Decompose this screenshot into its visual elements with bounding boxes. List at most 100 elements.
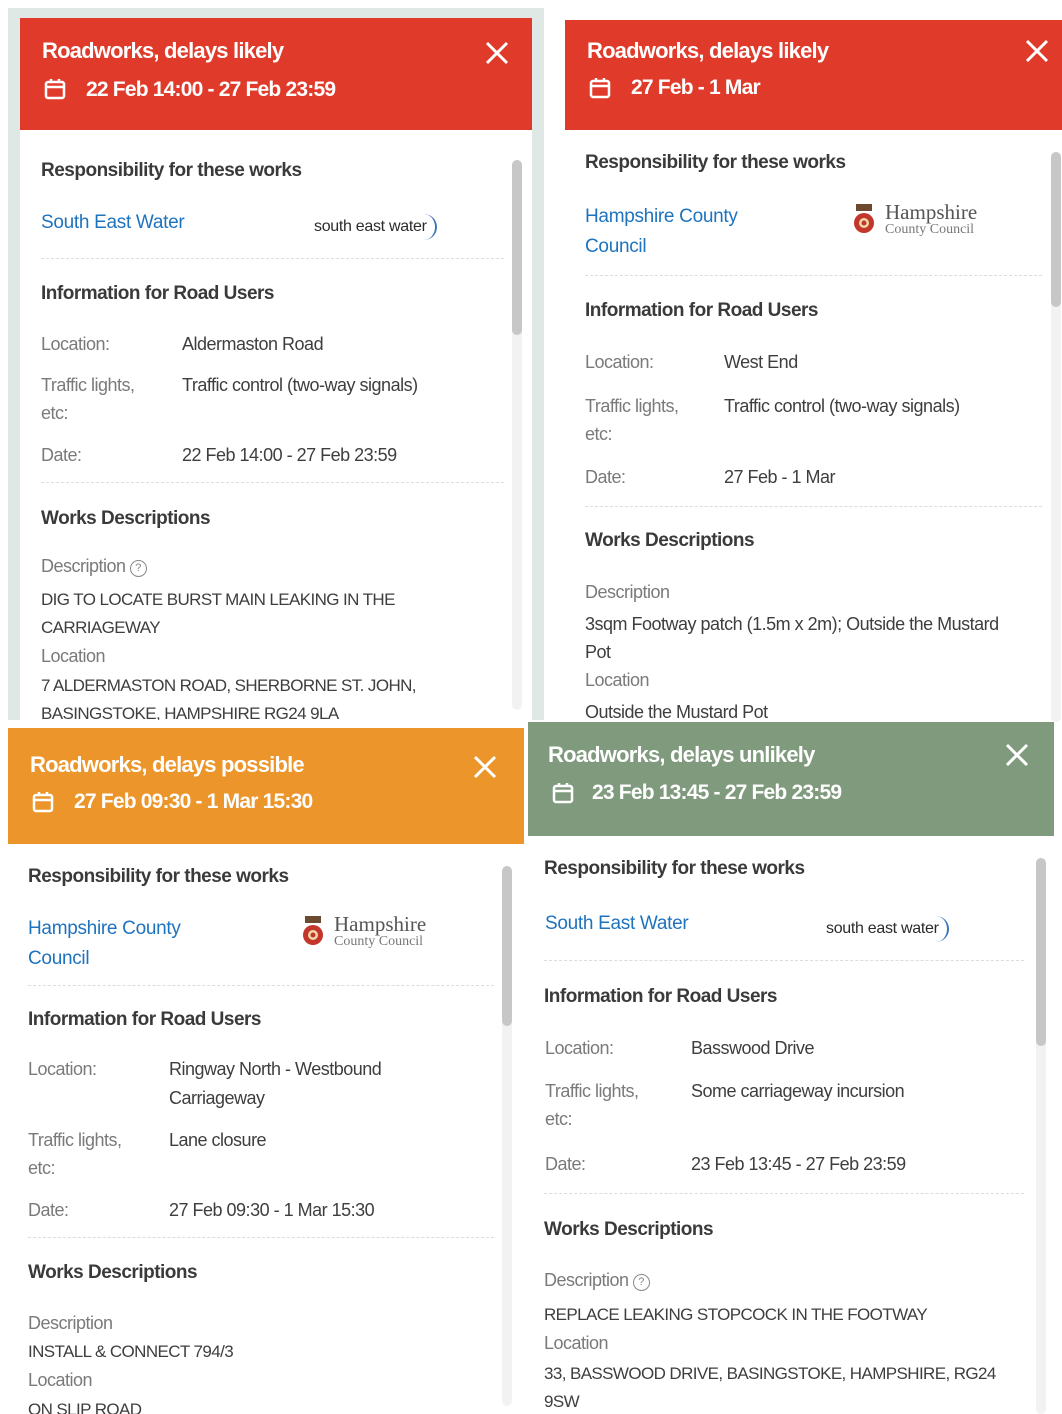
location-value: West End <box>724 352 798 372</box>
scrollbar-thumb[interactable] <box>1036 858 1046 1046</box>
calendar-icon <box>44 79 66 100</box>
divider <box>544 960 1024 961</box>
organisation-link[interactable]: Hampshire County Council <box>28 914 228 974</box>
close-icon[interactable] <box>484 40 510 66</box>
header-date-range: 27 Feb 09:30 - 1 Mar 15:30 <box>74 790 313 813</box>
divider <box>41 482 504 483</box>
roadworks-panel-3: Roadworks, delays possible 27 Feb 09:30 … <box>8 728 524 1414</box>
calendar-icon <box>589 78 611 99</box>
date-label: Date: <box>545 1154 586 1174</box>
scrollbar-thumb[interactable] <box>512 160 522 335</box>
scrollbar[interactable] <box>1036 858 1046 1414</box>
date-value: 27 Feb 09:30 - 1 Mar 15:30 <box>169 1200 375 1220</box>
road-users-heading: Information for Road Users <box>585 300 818 321</box>
header-date-range: 22 Feb 14:00 - 27 Feb 23:59 <box>86 78 336 101</box>
roadworks-popup-3: Roadworks, delays possible 27 Feb 09:30 … <box>8 728 524 1414</box>
works-location-text: 7 ALDERMASTON ROAD, SHERBORNE ST. JOHN, … <box>41 676 417 720</box>
location-value: Ringway North - Westbound Carriageway <box>169 1059 382 1108</box>
responsibility-heading: Responsibility for these works <box>544 858 805 879</box>
works-heading: Works Descriptions <box>41 508 211 529</box>
description-text: DIG TO LOCATE BURST MAIN LEAKING IN THE … <box>41 590 395 637</box>
help-icon[interactable]: ? <box>129 560 147 577</box>
date-value: 23 Feb 13:45 - 27 Feb 23:59 <box>691 1154 906 1174</box>
traffic-value: Traffic control (two-way signals) <box>182 375 418 395</box>
description-label: Description? <box>544 1266 650 1294</box>
divider <box>28 1237 494 1238</box>
traffic-value: Some carriageway incursion <box>691 1081 905 1101</box>
responsibility-heading: Responsibility for these works <box>585 152 846 173</box>
date-value: 27 Feb - 1 Mar <box>724 467 836 487</box>
traffic-label: Traffic lights, etc: <box>41 375 135 423</box>
description-label: Description? <box>41 552 147 580</box>
logo-text: south east water <box>314 218 427 235</box>
works-location-text: 33, BASSWOOD DRIVE, BASINGSTOKE, HAMPSHI… <box>544 1364 996 1411</box>
roadworks-panel-2: Roadworks, delays likely 27 Feb - 1 Mar … <box>560 16 1062 724</box>
scrollbar[interactable] <box>1051 152 1061 722</box>
scrollbar-thumb[interactable] <box>1051 152 1061 307</box>
location-value: Basswood Drive <box>691 1038 815 1058</box>
description-text: INSTALL & CONNECT 794/3 <box>28 1342 234 1361</box>
logo-line-2: County Council <box>334 934 424 949</box>
traffic-label: Traffic lights, etc: <box>545 1081 639 1129</box>
help-icon[interactable]: ? <box>632 1274 650 1291</box>
location-label: Location: <box>585 352 654 372</box>
logo-arc-icon <box>417 214 437 240</box>
scrollbar[interactable] <box>502 866 512 1406</box>
location-label: Location: <box>41 334 110 354</box>
severity-title: Roadworks, delays unlikely <box>548 742 815 767</box>
popup-header: Roadworks, delays likely 22 Feb 14:00 - … <box>20 18 532 130</box>
calendar-icon <box>32 792 54 813</box>
logo-arc-icon <box>929 916 949 942</box>
road-users-heading: Information for Road Users <box>28 1009 261 1030</box>
divider <box>28 985 494 986</box>
severity-title: Roadworks, delays possible <box>30 752 305 777</box>
works-heading: Works Descriptions <box>585 530 755 551</box>
date-label: Date: <box>28 1200 69 1220</box>
hampshire-county-council-logo: Hampshire County Council <box>853 200 1013 244</box>
works-location-label: Location <box>41 646 106 666</box>
header-date-range: 27 Feb - 1 Mar <box>631 76 761 99</box>
roadworks-popup-4: Roadworks, delays unlikely 23 Feb 13:45 … <box>528 722 1054 1414</box>
close-icon[interactable] <box>1024 38 1050 64</box>
location-label: Location: <box>28 1059 97 1079</box>
description-label: Description <box>28 1313 113 1333</box>
road-users-heading: Information for Road Users <box>41 283 274 304</box>
description-label-text: Description <box>544 1270 629 1290</box>
description-text: REPLACE LEAKING STOPCOCK IN THE FOOTWAY <box>544 1305 928 1324</box>
organisation-link[interactable]: Hampshire County Council <box>585 202 785 262</box>
close-icon[interactable] <box>1004 742 1030 768</box>
responsibility-heading: Responsibility for these works <box>28 866 289 887</box>
south-east-water-logo: south east water <box>314 214 437 240</box>
logo-line-2: County Council <box>885 222 975 237</box>
calendar-icon <box>552 783 574 804</box>
location-value: Aldermaston Road <box>182 334 324 354</box>
crest-icon <box>303 916 323 945</box>
road-users-heading: Information for Road Users <box>544 986 777 1007</box>
popup-body: Responsibility for these works Hampshire… <box>565 130 1062 724</box>
severity-title: Roadworks, delays likely <box>42 38 284 63</box>
location-label: Location: <box>545 1038 614 1058</box>
works-location-label: Location <box>585 670 650 690</box>
works-location-label: Location <box>28 1370 93 1390</box>
header-date-range: 23 Feb 13:45 - 27 Feb 23:59 <box>592 781 842 804</box>
popup-body: Responsibility for these works South Eas… <box>20 130 532 720</box>
date-label: Date: <box>41 445 82 465</box>
description-label-text: Description <box>41 556 126 576</box>
logo-text: south east water <box>826 920 939 937</box>
close-icon[interactable] <box>472 754 498 780</box>
traffic-value: Lane closure <box>169 1130 267 1150</box>
roadworks-popup-1: Roadworks, delays likely 22 Feb 14:00 - … <box>20 18 532 720</box>
divider <box>585 275 1042 276</box>
scrollbar[interactable] <box>512 160 522 710</box>
popup-body: Responsibility for these works South Eas… <box>528 836 1054 1414</box>
popup-header: Roadworks, delays possible 27 Feb 09:30 … <box>8 728 524 844</box>
works-location-text: ON SLIP ROAD <box>28 1400 142 1414</box>
roadworks-popup-2: Roadworks, delays likely 27 Feb - 1 Mar … <box>565 20 1062 724</box>
organisation-link[interactable]: South East Water <box>41 208 185 238</box>
works-heading: Works Descriptions <box>28 1262 198 1283</box>
works-location-text: Outside the Mustard Pot <box>585 702 768 722</box>
works-heading: Works Descriptions <box>544 1219 714 1240</box>
organisation-link[interactable]: South East Water <box>545 909 689 939</box>
divider <box>544 1193 1024 1194</box>
scrollbar-thumb[interactable] <box>502 866 512 1026</box>
